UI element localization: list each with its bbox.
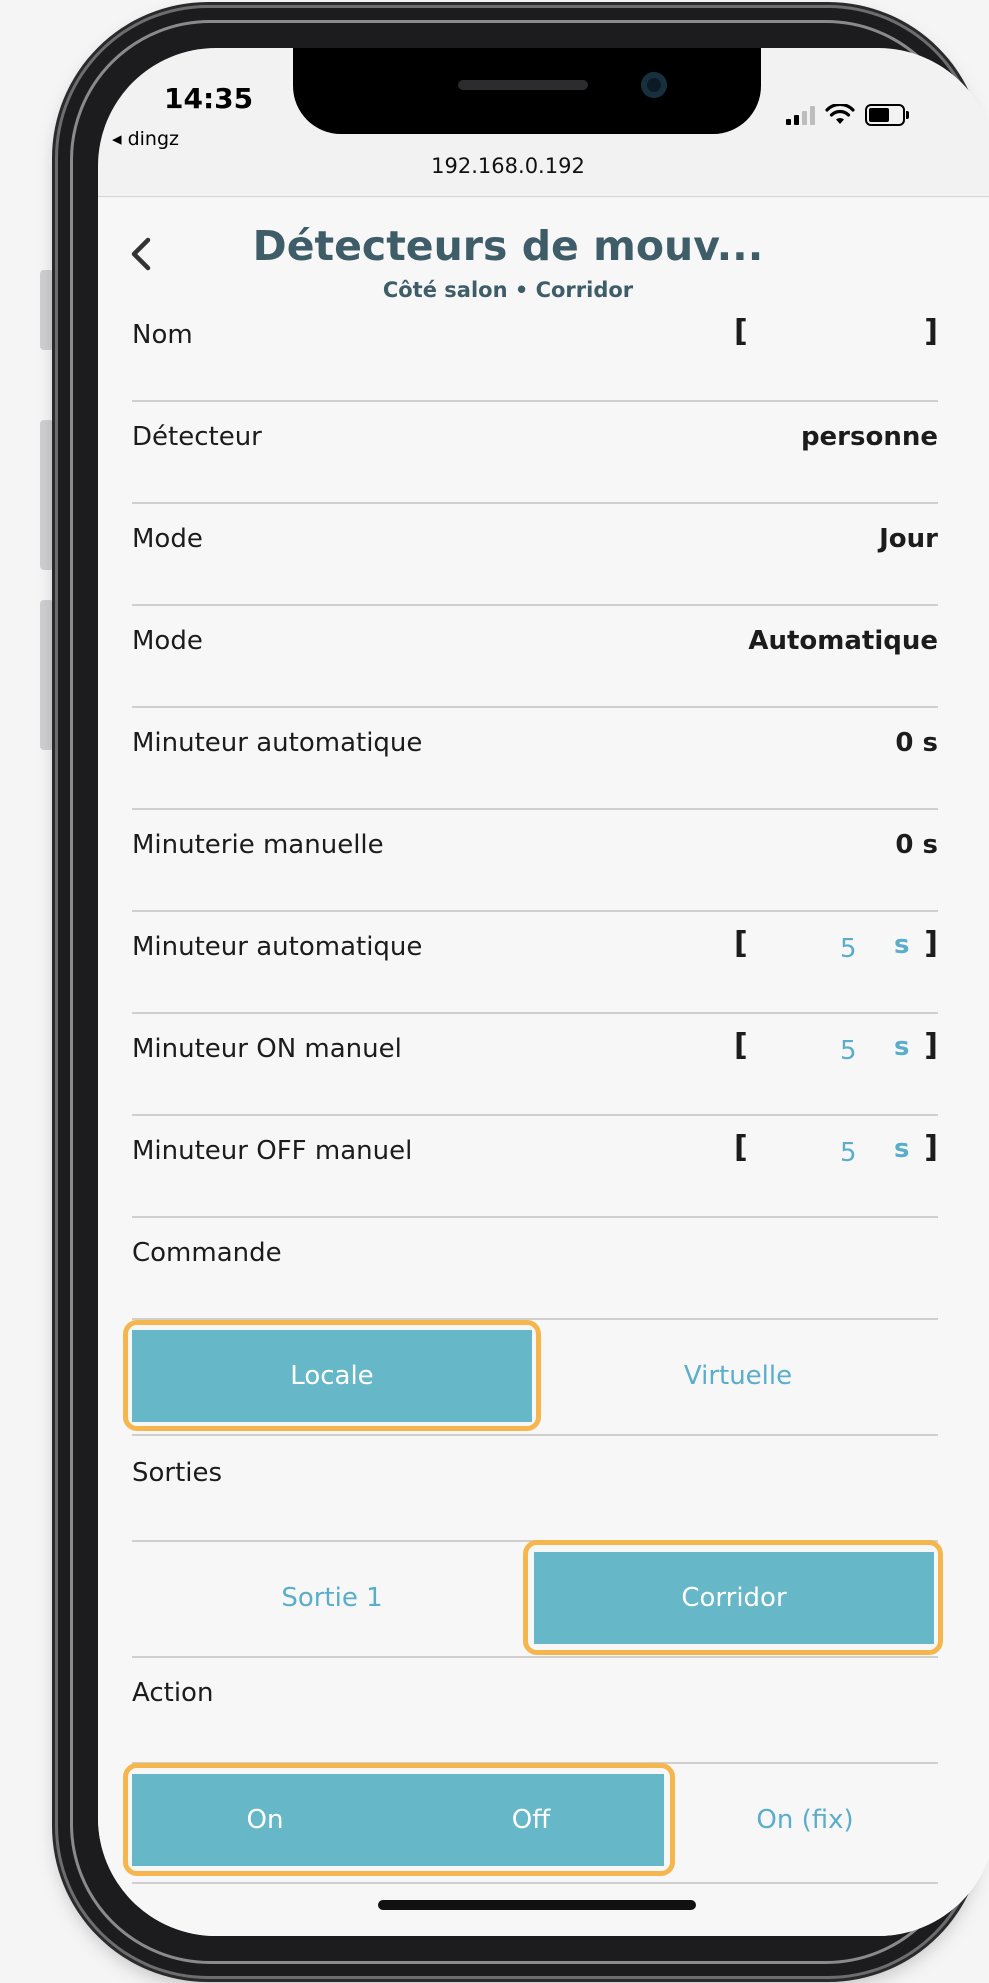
settings-row-mode-auto[interactable]: Mode Automatique: [132, 604, 938, 708]
row-label: Minuteur OFF manuel: [132, 1136, 413, 1166]
settings-row-minuteur-off-manuel[interactable]: Minuteur OFF manuel [ 5 s ]: [132, 1114, 938, 1218]
timer-unit: s: [894, 930, 910, 960]
timer-unit: s: [894, 1032, 910, 1062]
action-on-off-highlight: [123, 1763, 675, 1876]
app-page: Détecteurs de mouv... Côté salon • Corri…: [98, 198, 989, 1936]
settings-row-detecteur[interactable]: Détecteur personne: [132, 400, 938, 504]
settings-row-minuteur-auto[interactable]: Minuteur automatique 0 s: [132, 706, 938, 810]
phone-screen: 14:35 ◂ dingz 192.168.0.192 Détecteurs d…: [98, 48, 989, 1936]
commande-virtuelle-button[interactable]: Virtuelle: [538, 1330, 938, 1422]
url-bar-divider: [98, 196, 989, 197]
home-indicator[interactable]: [378, 1900, 696, 1910]
front-camera: [641, 72, 667, 98]
back-to-app-link[interactable]: ◂ dingz: [112, 128, 179, 150]
row-label: Minuteur ON manuel: [132, 1034, 402, 1064]
sorties-label: Sorties: [132, 1458, 223, 1488]
row-label: Minuterie manuelle: [132, 830, 384, 860]
bracket-open: [: [734, 314, 748, 349]
sorties-sortie1-button[interactable]: Sortie 1: [132, 1552, 532, 1644]
cellular-signal-icon: [786, 105, 815, 125]
row-label: Mode: [132, 626, 203, 656]
url-label[interactable]: 192.168.0.192: [98, 154, 918, 178]
bracket-close: ]: [924, 314, 938, 349]
battery-icon: [865, 104, 909, 126]
sorties-corridor-highlight: [523, 1540, 943, 1655]
commande-locale-highlight: [123, 1320, 541, 1431]
row-label: Détecteur: [132, 422, 262, 452]
action-label: Action: [132, 1678, 214, 1708]
bracket-open: [: [734, 1130, 748, 1165]
row-label: Nom: [132, 320, 193, 350]
divider: [132, 1656, 938, 1658]
volume-down-button: [40, 600, 54, 750]
timer-value-input[interactable]: 5: [840, 1138, 857, 1168]
row-value: personne: [800, 422, 938, 452]
divider: [132, 1882, 938, 1884]
page-title: Détecteurs de mouv...: [252, 222, 764, 270]
row-label: Minuteur automatique: [132, 728, 423, 758]
volume-up-button: [40, 420, 54, 570]
action-on-fix-button[interactable]: On (fix): [672, 1774, 938, 1866]
status-icons: [786, 100, 909, 130]
settings-row-minuteur-on-manuel[interactable]: Minuteur ON manuel [ 5 s ]: [132, 1012, 938, 1116]
speaker-grille: [458, 80, 588, 90]
row-value: Automatique: [748, 626, 938, 656]
status-time: 14:35: [164, 82, 254, 115]
timer-value-input[interactable]: 5: [840, 1036, 857, 1066]
notch: [293, 48, 761, 134]
settings-row-minuteur-auto-input[interactable]: Minuteur automatique [ 5 s ]: [132, 910, 938, 1014]
wifi-icon: [825, 104, 855, 124]
divider: [132, 1434, 938, 1436]
mute-switch: [40, 270, 54, 350]
settings-row-nom[interactable]: Nom [ ]: [132, 298, 938, 402]
bracket-close: ]: [924, 926, 938, 961]
row-label: Mode: [132, 524, 203, 554]
settings-row-mode-jour[interactable]: Mode Jour: [132, 502, 938, 606]
row-label: Minuteur automatique: [132, 932, 423, 962]
timer-unit: s: [894, 1134, 910, 1164]
bracket-open: [: [734, 1028, 748, 1063]
settings-row-minuterie-manuelle[interactable]: Minuterie manuelle 0 s: [132, 808, 938, 912]
timer-value-input[interactable]: 5: [840, 934, 857, 964]
row-value: 0 s: [895, 830, 938, 860]
bracket-open: [: [734, 926, 748, 961]
row-value: 0 s: [895, 728, 938, 758]
bracket-close: ]: [924, 1028, 938, 1063]
row-value: Jour: [879, 524, 938, 554]
commande-label: Commande: [132, 1238, 282, 1268]
bracket-close: ]: [924, 1130, 938, 1165]
